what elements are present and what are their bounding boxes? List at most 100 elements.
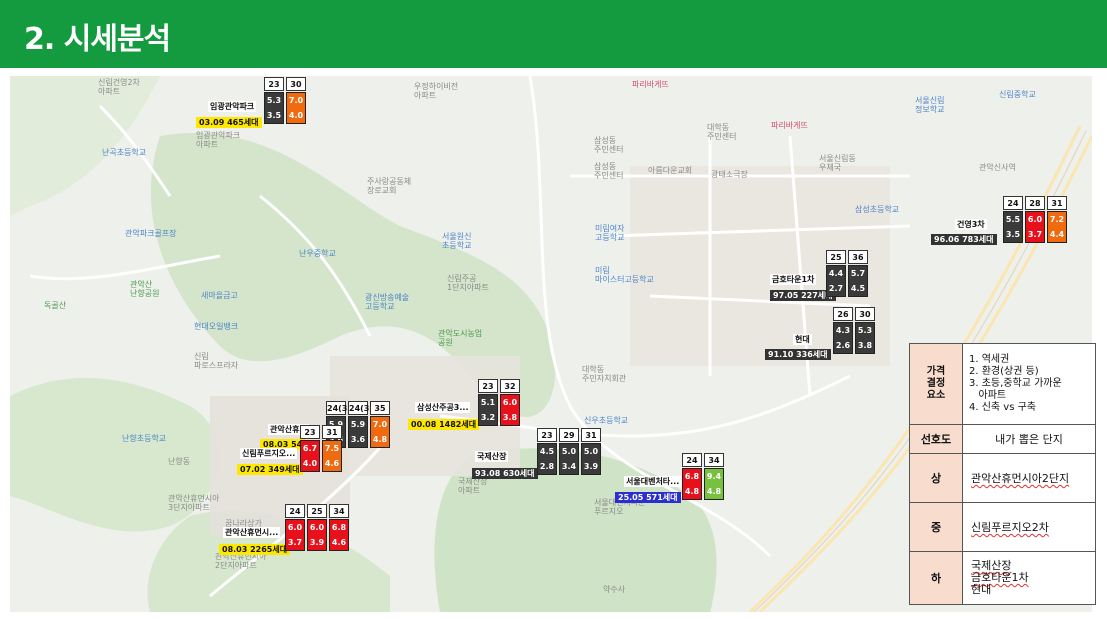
jeonse-price: 3.8 [502, 413, 518, 422]
sale-price: 6.7 [302, 444, 318, 453]
size-headers: 23 30 [264, 77, 308, 91]
jeonse-price: 4.6 [324, 459, 340, 468]
price-column: 6.0 3.9 [307, 519, 327, 551]
price-column: 7.5 4.6 [322, 440, 342, 472]
size-headers: 23 29 31 [537, 428, 603, 442]
sale-price: 5.0 [561, 447, 577, 456]
jeonse-price: 2.8 [539, 462, 555, 471]
map-label: 우정하이비전 아파트 [414, 82, 459, 100]
map-label: 신림주공 1단지아파트 [447, 274, 489, 292]
factor-key-text: 가격 결정 요소 [926, 366, 946, 401]
rank-mid-values: 신림푸르지오2차 [962, 502, 1096, 552]
price-column: 6.0 3.8 [500, 394, 520, 426]
map-label: 난향초등학교 [122, 434, 167, 443]
sale-price: 7.5 [324, 444, 340, 453]
factor-list-cell: 1. 역세권 2. 환경(상권 등) 3. 초등,중학교 가까운 아파트 4. 신축 … [962, 343, 1096, 425]
size-label: 24 [285, 504, 305, 518]
map-label: 난향동 [168, 457, 191, 466]
price-column: 4.4 2.7 [826, 265, 846, 297]
price-column: 5.1 3.2 [478, 394, 498, 426]
rank-low-key: 하 [909, 551, 963, 605]
price-columns: 5.5 3.5 6.0 3.7 7.2 4.4 [1003, 211, 1069, 243]
price-column: 9.4 4.8 [704, 468, 724, 500]
price-columns: 4.4 2.7 5.7 4.5 [826, 265, 870, 297]
price-column: 6.0 3.7 [285, 519, 305, 551]
price-column: 5.9 3.6 [348, 416, 368, 448]
map-label: 현대오일뱅크 [194, 322, 239, 331]
apartment-info: 91.10 336세대 [765, 349, 831, 360]
price-column: 4.3 2.6 [833, 322, 853, 354]
jeonse-price: 3.7 [287, 538, 303, 547]
rank-mid-key: 중 [909, 502, 963, 552]
size-headers: 24 28 31 [1003, 196, 1069, 210]
size-label: 25 [307, 504, 327, 518]
jeonse-price: 3.6 [350, 435, 366, 444]
jeonse-price: 2.7 [828, 284, 844, 293]
size-label: 31 [322, 425, 342, 439]
size-label: 36 [848, 250, 868, 264]
price-column: 5.0 3.9 [581, 443, 601, 475]
price-column: 6.8 4.8 [682, 468, 702, 500]
apartment-name: 삼성산주공3... [415, 402, 471, 413]
price-column: 6.0 3.7 [1025, 211, 1045, 243]
factor-item: 3. 초등,중학교 가까운 [969, 378, 1062, 389]
map-label: 삼성동 주민센터 [594, 162, 624, 180]
size-headers: 23 31 [300, 425, 344, 439]
map-label: 난우중학교 [299, 249, 336, 258]
size-label: 34 [704, 453, 724, 467]
sale-price: 4.3 [835, 326, 851, 335]
size-label: 29 [559, 428, 579, 442]
factor-list: 1. 역세권 2. 환경(상권 등) 3. 초등,중학교 가까운 아파트 4. 신축 … [963, 351, 1095, 417]
price-column: 5.7 4.5 [848, 265, 868, 297]
sale-price: 6.8 [684, 472, 700, 481]
size-label: 35 [370, 401, 390, 415]
price-column: 4.5 2.8 [537, 443, 557, 475]
size-headers: 26 30 [833, 307, 877, 321]
sale-price: 7.2 [1049, 215, 1065, 224]
jeonse-price: 4.8 [706, 487, 722, 496]
apartment-info: 93.08 630세대 [472, 468, 538, 479]
size-headers: 25 36 [826, 250, 870, 264]
map-label: 난곡초등학교 [102, 148, 147, 157]
factor-item: 2. 환경(상권 등) [969, 366, 1039, 377]
size-label: 23 [478, 379, 498, 393]
rank-mid-item: 신림푸르지오2차 [971, 521, 1049, 534]
size-label: 26 [833, 307, 853, 321]
map-label: 서울신림 정보학교 [915, 96, 945, 114]
jeonse-price: 4.6 [331, 538, 347, 547]
jeonse-price: 3.9 [309, 538, 325, 547]
jeonse-price: 3.5 [266, 111, 282, 120]
map-label: 삼성초등학교 [855, 205, 900, 214]
sale-price: 7.0 [288, 96, 304, 105]
sale-price: 6.8 [331, 523, 347, 532]
size-label: 24(3. [348, 401, 372, 415]
price-columns: 6.0 3.7 6.0 3.9 6.8 4.6 [285, 519, 351, 551]
sale-price: 5.0 [583, 447, 599, 456]
sale-price: 4.5 [539, 447, 555, 456]
factor-item: 4. 신축 vs 구축 [969, 402, 1037, 413]
jeonse-price: 4.0 [288, 111, 304, 120]
price-column: 6.8 4.6 [329, 519, 349, 551]
map-label: 서울신림동 우체국 [819, 154, 856, 172]
size-headers: 23 32 [478, 379, 522, 393]
jeonse-price: 4.8 [372, 435, 388, 444]
price-columns: 6.8 4.8 9.4 4.8 [682, 468, 726, 500]
sale-price: 7.0 [372, 420, 388, 429]
map-label: 아름다운교회 [648, 166, 693, 175]
apartment-name: 관악산휴먼시... [223, 527, 281, 538]
size-label: 31 [1047, 196, 1067, 210]
rank-low-item: 현대 [971, 583, 992, 596]
map-label: 관악산휴먼시아 3단지아파트 [168, 494, 220, 512]
jeonse-price: 4.8 [684, 487, 700, 496]
size-label: 32 [500, 379, 520, 393]
price-column: 5.5 3.5 [1003, 211, 1023, 243]
apartment-info: 25.05 571세대 [615, 492, 681, 503]
size-label: 28 [1025, 196, 1045, 210]
apartment-info: 07.02 349세대 [237, 464, 303, 475]
map-label: 관악도시농업 공원 [438, 329, 483, 347]
map-label: 새마을금고 [201, 291, 238, 300]
price-columns: 4.5 2.8 5.0 3.4 5.0 3.9 [537, 443, 603, 475]
factor-item: 아파트 [969, 390, 1007, 401]
sale-price: 5.5 [1005, 215, 1021, 224]
map-label: 미림여자 고등학교 [595, 224, 625, 242]
